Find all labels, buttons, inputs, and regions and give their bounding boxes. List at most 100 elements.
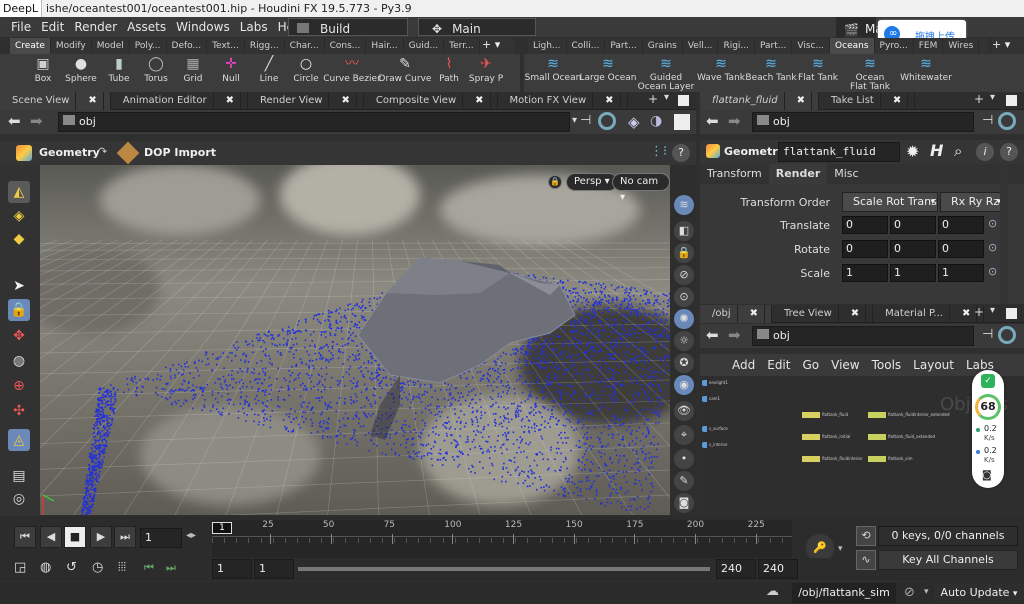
play-reverse-icon[interactable]: ◀ xyxy=(40,526,62,548)
menu-file[interactable]: File xyxy=(6,17,36,37)
scene-tab-0[interactable]: Scene View ✖ xyxy=(0,92,111,110)
param-path-field[interactable]: obj xyxy=(752,112,974,132)
menu-assets[interactable]: Assets xyxy=(122,17,171,37)
range-end2-field[interactable]: 240 xyxy=(758,559,798,579)
background-toggle-icon[interactable] xyxy=(674,114,690,130)
shelf-tab-7[interactable]: Char... xyxy=(285,38,325,54)
no-display-icon[interactable]: ⊘ xyxy=(674,265,694,285)
tool-ocean-1[interactable]: ≋ Large Ocean xyxy=(576,56,640,83)
forward-arrow-icon[interactable]: ➡ xyxy=(728,112,741,130)
tool-spray-p[interactable]: ✈ Spray P xyxy=(456,56,516,84)
scene-tab-1[interactable]: Animation Editor ✖ xyxy=(111,92,248,110)
shelf-tab-2[interactable]: Model xyxy=(92,38,130,54)
scene-path-field[interactable]: obj xyxy=(58,112,570,132)
camera-small-icon[interactable]: ◙ xyxy=(674,493,694,513)
select-edge-icon[interactable]: ◈ xyxy=(8,205,30,227)
prev-key-icon[interactable]: ⏮ xyxy=(144,561,154,575)
key-all-channels-button[interactable]: Key All Channels xyxy=(878,550,1018,570)
select-face-icon[interactable]: ◆ xyxy=(8,228,30,250)
scene-tab-4[interactable]: Motion FX View ✖ xyxy=(498,92,628,110)
point-display-icon[interactable]: ⊙ xyxy=(674,287,694,307)
target-icon[interactable] xyxy=(598,112,616,130)
status-node-path[interactable]: /obj/flattank_sim xyxy=(792,583,896,603)
param-tab-0[interactable]: flattank_fluid ✖ xyxy=(700,92,820,110)
pin-icon[interactable]: ⊣ xyxy=(982,113,993,128)
param-translate-x[interactable]: 0 xyxy=(842,216,888,234)
scene-viewport[interactable]: 🔒 Persp ▾ No cam ▾ xyxy=(40,165,670,515)
search-icon[interactable]: ⌕ xyxy=(954,142,962,160)
snapping-icon[interactable]: ⋮⁝ xyxy=(650,144,667,159)
close-tab-icon[interactable]: ✖ xyxy=(887,92,909,110)
shelf-tab-3[interactable]: Poly... xyxy=(130,38,167,54)
maximize-icon[interactable] xyxy=(678,95,689,106)
ghost-icon[interactable]: ◧ xyxy=(674,221,694,241)
chevron-down-icon[interactable]: ▾ xyxy=(990,305,995,316)
brain-icon[interactable]: ☁ xyxy=(766,584,779,599)
tool-curve-bezier[interactable]: 〰 Curve Bezier xyxy=(322,56,382,84)
network-menu-layout[interactable]: Layout xyxy=(907,354,960,376)
network-node[interactable]: flattank_sim xyxy=(868,456,913,462)
frame-ticks-icon[interactable]: ⦙⦙⦙ xyxy=(118,560,126,575)
shelf-add-right[interactable]: + ▾ xyxy=(992,38,1024,54)
maximize-icon[interactable] xyxy=(1006,308,1017,319)
rotation-order-menu[interactable]: Rx Ry Rz ▾ xyxy=(940,192,1004,212)
clock-icon[interactable]: ◷ xyxy=(92,560,103,575)
performance-widget[interactable]: ✓ 68 0.2 K/s 0.2 K/s ◙ xyxy=(972,370,1004,488)
network-tab-0[interactable]: /obj ✖ xyxy=(700,305,773,323)
close-tab-icon[interactable]: ✖ xyxy=(791,92,813,110)
dot-icon[interactable]: • xyxy=(674,449,694,469)
shelf-tab-0[interactable]: Ligh... xyxy=(528,38,567,54)
help-icon[interactable]: ? xyxy=(672,144,690,162)
shelf-tab-10[interactable]: Guid... xyxy=(404,38,445,54)
param-rotate-z[interactable]: 0 xyxy=(938,240,984,258)
realtime-icon[interactable]: ◲ xyxy=(14,560,26,575)
shelf-tab-3[interactable]: Grains xyxy=(643,38,683,54)
shelf-tab-1[interactable]: Colli... xyxy=(567,38,606,54)
menu-windows[interactable]: Windows xyxy=(171,17,235,37)
auto-update-menu[interactable]: Auto Update ▾ xyxy=(934,583,1024,603)
play-icon[interactable]: ▶ xyxy=(90,526,112,548)
deepl-tab[interactable]: DeepL xyxy=(0,0,42,17)
shading-icon[interactable]: ◑ xyxy=(650,113,662,129)
node-name-field[interactable]: flattank_fluid xyxy=(778,142,900,162)
shelf-tab-5[interactable]: Text... xyxy=(207,38,245,54)
param-scale-z[interactable]: 1 xyxy=(938,264,984,282)
handle-tool-icon[interactable]: ◬ xyxy=(8,429,30,451)
close-tab-icon[interactable]: ✖ xyxy=(220,92,241,110)
network-light-node[interactable]: envlight1 xyxy=(702,380,728,386)
shelf-tab-1[interactable]: Modify xyxy=(51,38,92,54)
close-tab-icon[interactable]: ✖ xyxy=(599,92,621,110)
maximize-icon[interactable] xyxy=(1006,95,1017,106)
shelf-tab-10[interactable]: FEM xyxy=(914,38,944,54)
close-tab-icon[interactable]: ✖ xyxy=(845,305,867,323)
camera-menu[interactable]: No cam ▾ xyxy=(612,173,670,203)
shelf-tab-11[interactable]: Terr... xyxy=(444,38,480,54)
loop-icon[interactable]: ↺ xyxy=(66,560,77,575)
network-node[interactable]: flattank_fluidinterior xyxy=(802,456,863,462)
range-end-field[interactable]: 240 xyxy=(716,559,756,579)
shelf-tab-9[interactable]: Hair... xyxy=(366,38,404,54)
param-scale-widget-icon[interactable]: ⊙ xyxy=(988,265,997,278)
range-slider[interactable] xyxy=(298,567,710,571)
headlight-icon[interactable]: ☼ xyxy=(674,331,694,351)
curve-icon[interactable]: ∿ xyxy=(856,550,876,570)
jump-end-icon[interactable]: ⏭ xyxy=(114,526,136,548)
shelf-tab-8[interactable]: Cons... xyxy=(325,38,367,54)
lock-view-icon[interactable]: 🔒 xyxy=(674,243,694,263)
scene-tab-2[interactable]: Render View ✖ xyxy=(248,92,364,110)
timeline-ruler[interactable]: 25 50 75 100 125 150 175 200 225 1 xyxy=(212,520,792,558)
bulb-icon[interactable]: ✪ xyxy=(674,353,694,373)
persp-menu[interactable]: Persp ▾ xyxy=(566,173,618,191)
back-arrow-icon[interactable]: ⬅ xyxy=(706,112,719,130)
forward-arrow-icon[interactable]: ➡ xyxy=(30,112,43,130)
tool-ocean-6[interactable]: ≋ Ocean Flat Tank xyxy=(838,56,902,92)
scene-tab-3[interactable]: Composite View ✖ xyxy=(364,92,498,110)
param-translate-widget-icon[interactable]: ⊙ xyxy=(988,217,997,230)
step-icon[interactable]: ◂▸ xyxy=(186,530,196,541)
param-rotate-x[interactable]: 0 xyxy=(842,240,888,258)
network-side-node[interactable]: cam1 xyxy=(702,396,720,402)
param-scale-y[interactable]: 1 xyxy=(890,264,936,282)
select-tool-icon[interactable]: ◭ xyxy=(8,181,30,203)
range-start-field[interactable]: 1 xyxy=(212,559,252,579)
desktop-main-selector[interactable]: ✥ Main xyxy=(418,18,536,36)
